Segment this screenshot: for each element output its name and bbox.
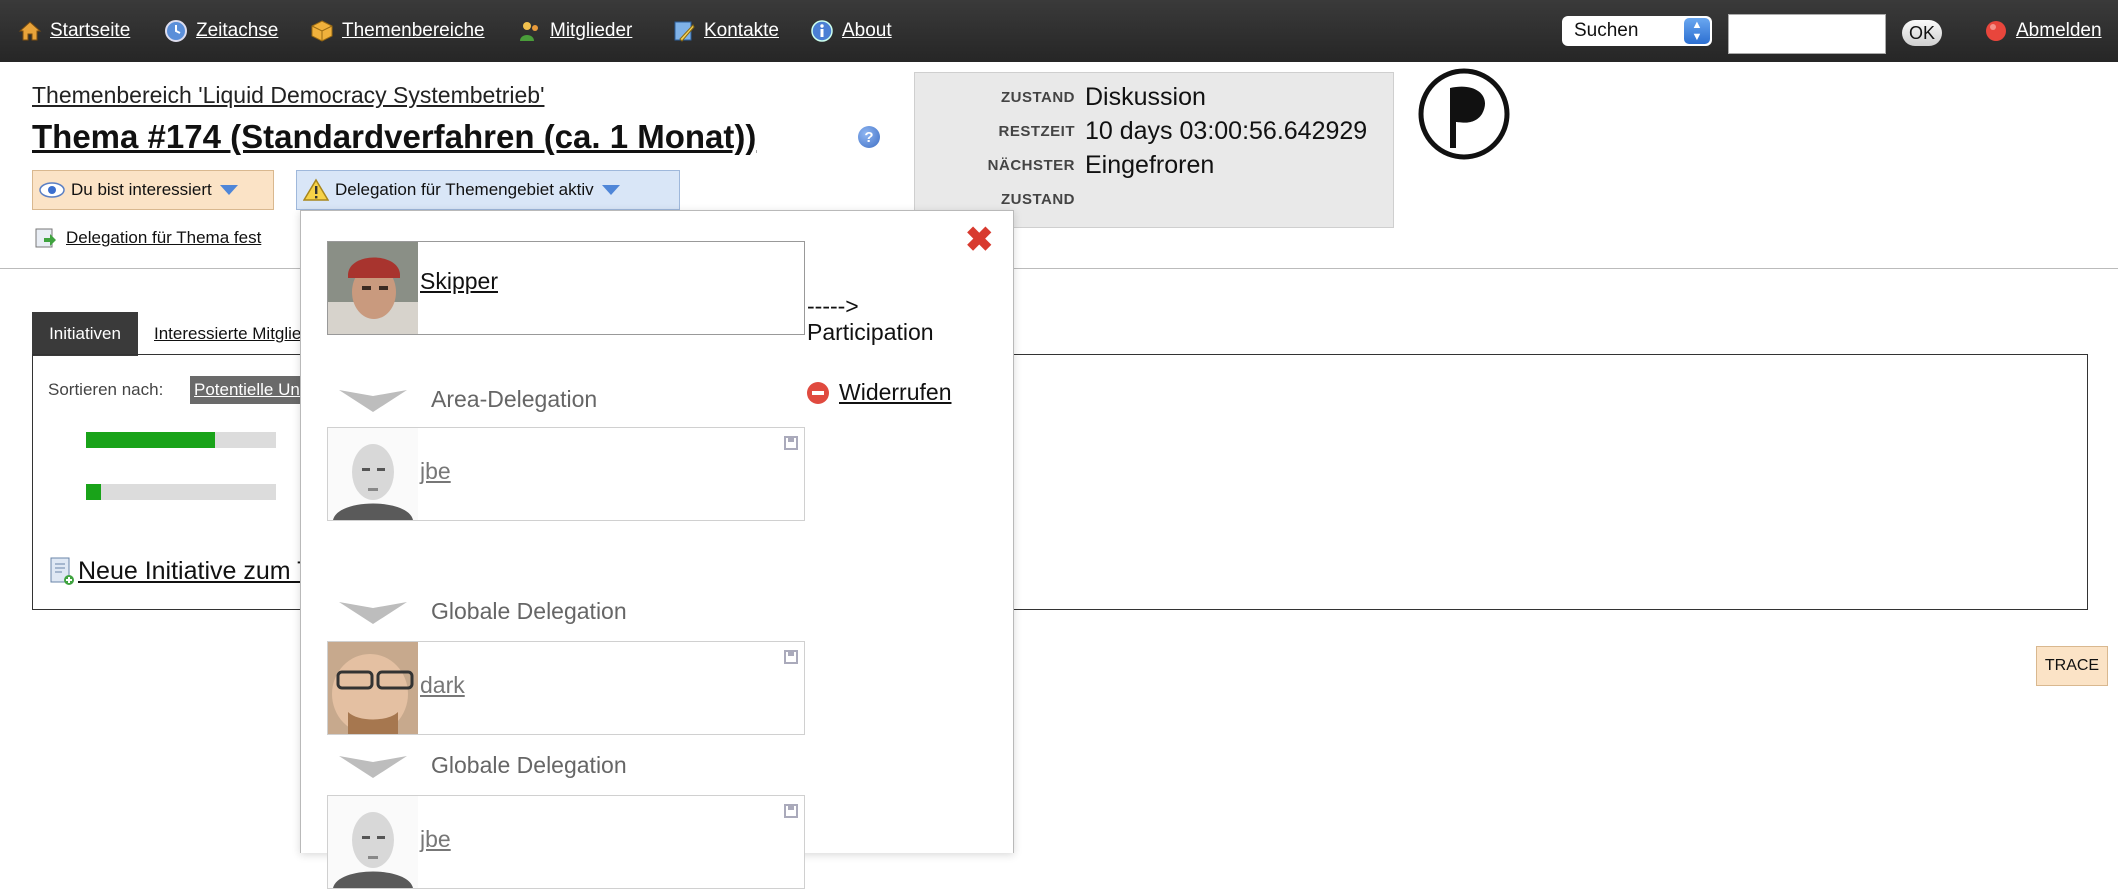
select-arrows-icon: ▲ ▼ xyxy=(1684,18,1710,44)
remaining-value: 10 days 03:00:56.642929 xyxy=(1085,117,1368,145)
delegation-user-name[interactable]: jbe xyxy=(420,458,451,485)
revoke-label: Widerrufen xyxy=(839,379,952,405)
delegation-user-name[interactable]: dark xyxy=(420,672,465,699)
interest-button-label: Du bist interessiert xyxy=(71,180,212,199)
remaining-label: RESTZEIT xyxy=(998,123,1075,140)
nav-timeline-label: Zeitachse xyxy=(196,20,279,41)
delegation-chain-step: Area-Delegation xyxy=(339,379,597,419)
search-type-select[interactable]: Suchen ▲ ▼ xyxy=(1562,16,1712,46)
delegation-card[interactable]: jbe xyxy=(327,427,805,521)
participation-arrow: -----> Participation xyxy=(807,293,934,345)
new-document-icon xyxy=(50,557,74,585)
delegation-card[interactable]: dark xyxy=(327,641,805,735)
state-value: Diskussion xyxy=(1085,83,1206,111)
delegation-card-self[interactable]: Skipper xyxy=(327,241,805,335)
avatar xyxy=(328,242,418,334)
pirate-party-logo xyxy=(1418,68,1510,160)
home-icon xyxy=(18,21,42,41)
top-navigation-bar: Startseite Zeitachse Themenbereiche Mitg… xyxy=(0,0,2118,62)
support-bar-fill xyxy=(86,484,102,500)
delegation-chain-step: Globale Delegation xyxy=(339,591,627,631)
participation-label: -----> Participation xyxy=(807,293,934,345)
set-delegation-label: Delegation für Thema fest xyxy=(66,228,262,247)
nav-logout-label: Abmelden xyxy=(2016,20,2102,41)
support-bar xyxy=(86,432,276,448)
chevron-down-icon xyxy=(601,185,620,195)
nav-areas[interactable]: Themenbereiche xyxy=(310,0,485,62)
delegation-button-label: Delegation für Themengebiet aktiv xyxy=(335,180,594,199)
page-title[interactable]: Thema #174 (Standardverfahren (ca. 1 Mon… xyxy=(32,118,756,156)
avatar xyxy=(328,642,418,734)
nav-home-label: Startseite xyxy=(50,20,131,41)
arrow-down-icon xyxy=(339,756,407,778)
nav-timeline[interactable]: Zeitachse xyxy=(164,0,278,62)
warning-icon xyxy=(303,178,329,201)
arrow-down-icon xyxy=(339,602,407,624)
clock-icon xyxy=(165,20,187,42)
save-icon xyxy=(784,804,798,818)
interest-button[interactable]: Du bist interessiert xyxy=(32,170,274,210)
delegation-chain-step: Globale Delegation xyxy=(339,745,627,785)
delegation-chain-popup: ✖ Skipper -----> Participation Widerrufe… xyxy=(300,210,1014,889)
search-input[interactable] xyxy=(1728,14,1886,54)
issue-state-box: ZUSTAND Diskussion RESTZEIT 10 days 03:0… xyxy=(914,72,1394,228)
trace-button[interactable]: TRACE xyxy=(2036,646,2108,686)
notebook-icon xyxy=(674,21,695,42)
box-icon xyxy=(311,20,333,42)
members-icon xyxy=(520,22,538,41)
revoke-delegation-link[interactable]: Widerrufen xyxy=(807,379,951,406)
chevron-down-icon xyxy=(219,185,238,195)
sort-option-button[interactable]: Potentielle Unterstützer xyxy=(190,376,314,404)
delegation-user-name[interactable]: jbe xyxy=(420,826,451,853)
remove-icon xyxy=(807,381,829,404)
area-link[interactable]: Themenbereich 'Liquid Democracy Systembe… xyxy=(32,82,544,109)
nav-contacts-label: Kontakte xyxy=(704,20,779,41)
delegation-type-label: Globale Delegation xyxy=(431,597,627,624)
nav-members[interactable]: Mitglieder xyxy=(518,0,632,62)
info-icon xyxy=(811,20,833,42)
close-icon[interactable]: ✖ xyxy=(965,223,994,257)
search-type-value: Suchen xyxy=(1574,20,1639,41)
save-icon xyxy=(784,436,798,450)
search-ok-button[interactable]: OK xyxy=(1902,20,1942,46)
delegation-type-label: Area-Delegation xyxy=(431,385,598,412)
nav-members-label: Mitglieder xyxy=(550,20,633,41)
next-state-value: Eingefroren xyxy=(1085,151,1215,179)
tab-initiatives[interactable]: Initiativen xyxy=(32,312,138,356)
nav-about[interactable]: About xyxy=(810,0,892,62)
nav-about-label: About xyxy=(842,20,892,41)
help-icon[interactable]: ? xyxy=(858,126,880,148)
delegation-type-label: Globale Delegation xyxy=(431,751,627,778)
delegation-button[interactable]: Delegation für Themengebiet aktiv xyxy=(296,170,680,210)
nav-home[interactable]: Startseite xyxy=(18,0,130,62)
nav-logout[interactable]: Abmelden xyxy=(1984,0,2102,62)
arrow-down-icon xyxy=(339,390,407,412)
delegation-card[interactable]: jbe xyxy=(327,795,805,889)
tab-interested-members[interactable]: Interessierte Mitglieder xyxy=(142,312,302,356)
save-icon xyxy=(784,650,798,664)
delegation-user-name[interactable]: Skipper xyxy=(420,268,498,295)
sort-label: Sortieren nach: xyxy=(48,380,164,399)
next-state-label-2: ZUSTAND xyxy=(1000,191,1075,208)
nav-areas-label: Themenbereiche xyxy=(342,20,485,41)
avatar xyxy=(328,428,418,520)
eye-icon xyxy=(39,182,65,198)
set-delegation-link[interactable]: Delegation für Thema fest xyxy=(34,226,261,250)
nav-contacts[interactable]: Kontakte xyxy=(672,0,779,62)
support-bar-fill xyxy=(86,432,216,448)
state-label: ZUSTAND xyxy=(1000,89,1075,106)
avatar xyxy=(328,796,418,888)
next-state-label: NÄCHSTER xyxy=(987,157,1075,174)
logout-icon xyxy=(1986,21,2006,41)
delegation-add-icon xyxy=(35,228,56,248)
support-bar xyxy=(86,484,276,500)
